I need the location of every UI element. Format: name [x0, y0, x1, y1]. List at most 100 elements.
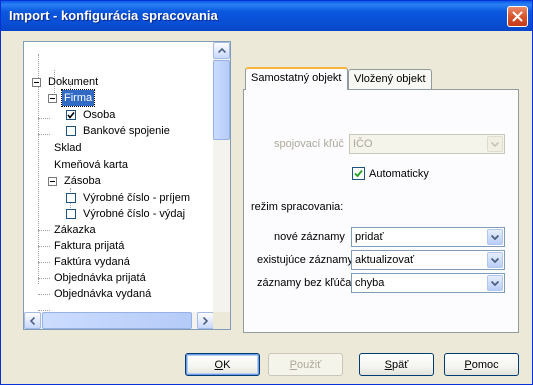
tree-checkbox[interactable]	[66, 126, 76, 136]
key-label: spojovací kľúč	[274, 138, 344, 150]
tree-item-firma[interactable]: Firma	[48, 89, 96, 107]
tree-item-label: Výrobné číslo - príjem	[83, 192, 190, 204]
back-mnemonic: S	[384, 358, 392, 371]
tree-guide-line	[38, 246, 50, 247]
tree-item-zasoba[interactable]: Zásoba	[48, 173, 103, 189]
tree-item-label: Zákazka	[54, 224, 96, 236]
import-config-dialog: Import - konfigurácia spracovania Dokume…	[0, 0, 533, 385]
tree-item-faktura-prijata[interactable]: Faktura prijatá	[52, 238, 126, 254]
horizontal-scroll-thumb[interactable]	[42, 312, 192, 329]
chevron-down-icon	[491, 280, 499, 286]
apply-label-rest: oužiť	[297, 358, 322, 371]
existing-records-value: aktualizovať	[355, 254, 415, 266]
ok-label-rest: K	[223, 358, 231, 371]
scrollbar-corner	[213, 312, 230, 329]
existing-records-dropdown-button[interactable]	[487, 252, 503, 268]
tree-vertical-scrollbar[interactable]	[213, 42, 230, 313]
tree-item-label: Firma	[60, 89, 96, 107]
tab-panel-samostatny-objekt: spojovací kľúč IČO Automaticky režim spr…	[243, 89, 519, 333]
ok-mnemonic: O	[214, 358, 224, 371]
scroll-up-button[interactable]	[213, 42, 230, 59]
ok-button[interactable]: OK	[185, 353, 260, 376]
object-tree[interactable]: Dokument Firma Osoba Bankové spojenie Sk…	[23, 41, 231, 330]
tree-horizontal-scrollbar[interactable]	[24, 312, 214, 329]
tree-item-objednavka-vydana[interactable]: Objednávka vydaná	[52, 286, 153, 302]
tree-item-zakazka[interactable]: Zákazka	[52, 222, 98, 238]
new-records-dropdown-button[interactable]	[487, 229, 503, 245]
tree-item-vyrobne-cislo-vydaj[interactable]: Výrobné číslo - výdaj	[66, 206, 187, 222]
auto-checkbox-label[interactable]: Automaticky	[369, 168, 429, 180]
tree-item-label: Kmeňová karta	[54, 159, 128, 171]
tab-label: Vložený objekt	[354, 73, 426, 85]
tree-guide-line	[38, 230, 50, 231]
tree-checkbox[interactable]	[66, 209, 76, 219]
tree-guide-line	[38, 118, 50, 119]
tree-item-objednavka-prijata[interactable]: Objednávka prijatá	[52, 270, 148, 286]
chevron-down-icon	[491, 234, 499, 240]
checkmark-icon	[354, 169, 363, 178]
help-mnemonic: P	[464, 358, 472, 371]
no-key-combobox[interactable]: chyba	[351, 273, 505, 293]
new-records-combobox[interactable]: pridať	[351, 227, 505, 247]
tree-checkbox[interactable]	[66, 193, 76, 203]
tree-item-faktura-vydana[interactable]: Faktúra vydaná	[52, 254, 132, 270]
tree-item-bankove-spojenie[interactable]: Bankové spojenie	[66, 123, 172, 139]
help-button[interactable]: Pomoc	[444, 353, 519, 376]
no-key-label: záznamy bez kľúča	[257, 277, 352, 289]
apply-mnemonic: P	[289, 358, 298, 371]
tree-guide-line	[38, 134, 50, 135]
vertical-scroll-thumb[interactable]	[213, 60, 230, 140]
tree-item-label: Objednávka prijatá	[54, 272, 146, 284]
help-label-rest: omoc	[471, 358, 499, 371]
chevron-down-icon	[491, 141, 499, 147]
tree-guide-line	[38, 278, 50, 279]
tree-guide-line	[38, 262, 50, 263]
mode-section-label: režim spracovania:	[251, 201, 344, 213]
key-dropdown-button[interactable]	[487, 136, 503, 152]
existing-records-combobox[interactable]: aktualizovať	[351, 250, 505, 270]
no-key-value: chyba	[355, 277, 385, 289]
tab-samostatny-objekt[interactable]: Samostatný objekt	[245, 67, 348, 90]
tree-item-vyrobne-cislo-prijem[interactable]: Výrobné číslo - príjem	[66, 190, 192, 206]
tree-item-label: Dokument	[48, 76, 99, 88]
tree-content: Dokument Firma Osoba Bankové spojenie Sk…	[24, 42, 214, 313]
minus-box-icon[interactable]	[32, 77, 41, 87]
minus-box-icon[interactable]	[48, 93, 57, 103]
key-combobox[interactable]: IČO	[349, 134, 505, 154]
no-key-dropdown-button[interactable]	[487, 275, 503, 291]
tab-vlozeny-objekt[interactable]: Vložený objekt	[348, 69, 432, 90]
tree-item-kmenova-karta[interactable]: Kmeňová karta	[52, 157, 130, 173]
scroll-right-button[interactable]	[197, 312, 214, 329]
tab-label: Samostatný objekt	[251, 72, 342, 84]
new-records-value: pridať	[355, 231, 384, 243]
tree-item-label: Osoba	[83, 109, 116, 121]
key-value: IČO	[353, 138, 373, 150]
tree-item-label: Faktura prijatá	[54, 240, 125, 252]
tree-guide-line	[38, 310, 50, 311]
title-bar[interactable]: Import - konfigurácia spracovania	[1, 1, 532, 31]
window-title: Import - konfigurácia spracovania	[9, 8, 218, 23]
apply-button[interactable]: Použiť	[268, 353, 343, 376]
tree-item-osoba[interactable]: Osoba	[66, 107, 117, 123]
tree-item-label: Faktúra vydaná	[54, 256, 130, 268]
arrow-right-icon	[203, 316, 208, 325]
new-records-label: nové záznamy	[274, 231, 345, 243]
arrow-left-icon	[30, 316, 35, 325]
tree-item-label: Objednávka vydaná	[54, 288, 152, 300]
close-button[interactable]	[507, 6, 528, 27]
tree-item-dokument[interactable]: Dokument	[32, 74, 100, 90]
close-icon	[512, 11, 523, 22]
minus-box-icon[interactable]	[48, 176, 57, 186]
back-label-rest: päť	[391, 358, 409, 371]
checkmark-icon	[67, 112, 75, 119]
existing-records-label: existujúce záznamy	[257, 254, 353, 266]
chevron-down-icon	[491, 257, 499, 263]
tree-item-sklad[interactable]: Sklad	[52, 140, 84, 156]
tree-item-label: Zásoba	[64, 175, 101, 187]
auto-checkbox[interactable]	[352, 167, 365, 180]
tree-item-label: Bankové spojenie	[83, 125, 170, 137]
tree-checkbox[interactable]	[66, 110, 76, 120]
scroll-left-button[interactable]	[24, 312, 41, 329]
tree-item-label: Sklad	[54, 142, 82, 154]
back-button[interactable]: Späť	[359, 353, 434, 376]
